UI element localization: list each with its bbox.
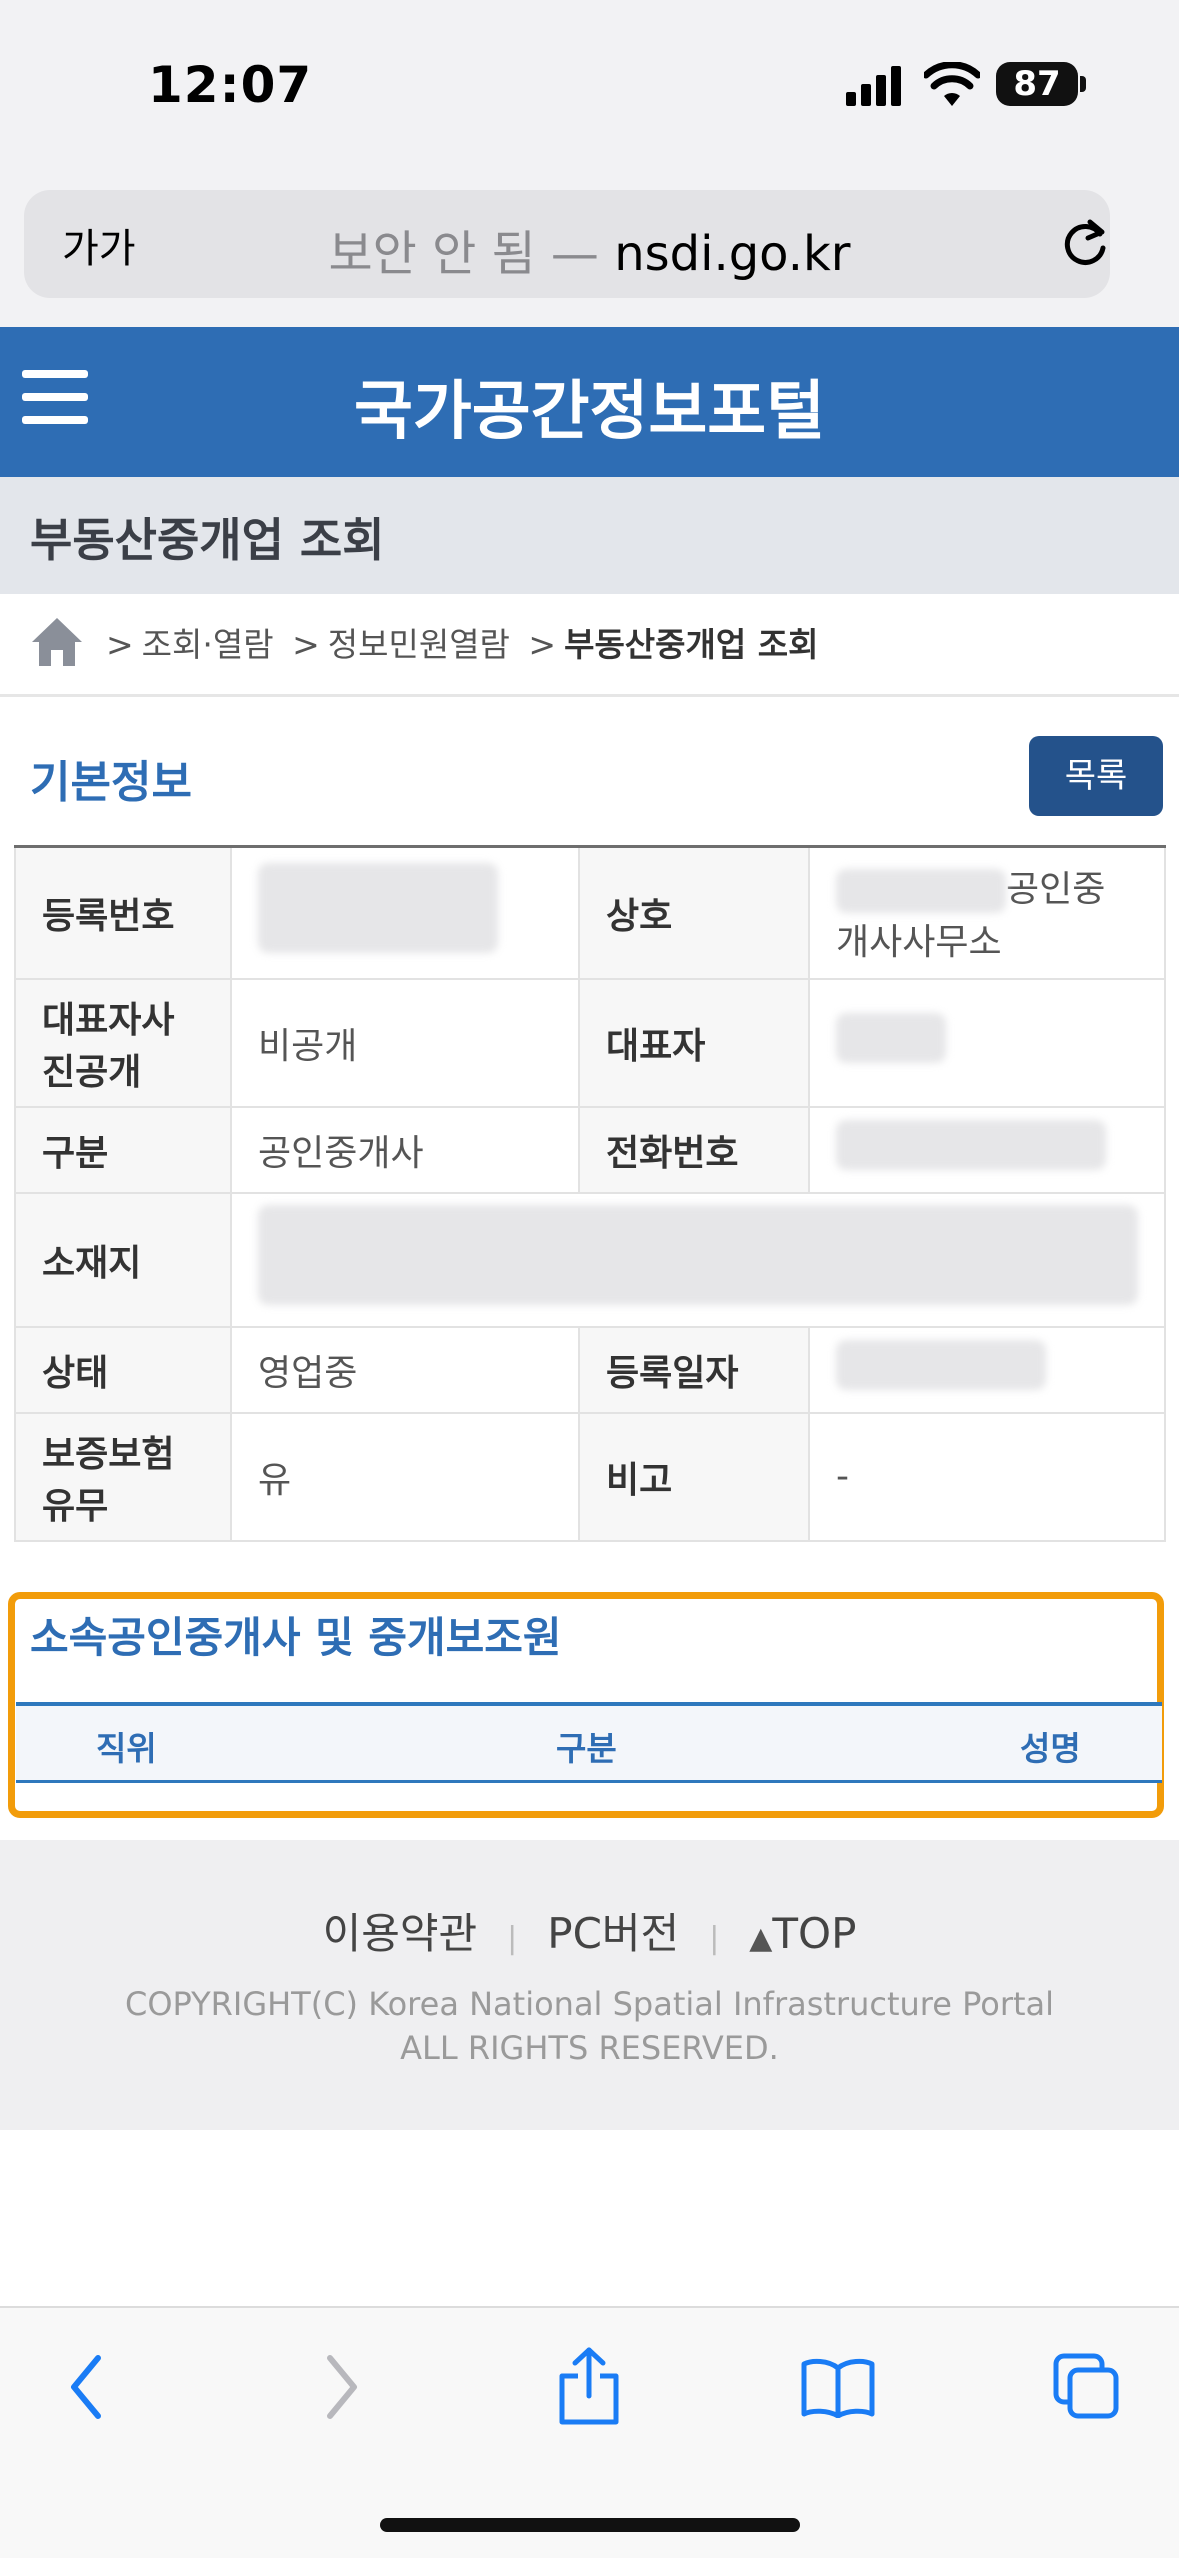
- label-reg-no: 등록번호: [14, 845, 232, 980]
- value-category: 공인중개사: [230, 1105, 580, 1194]
- home-icon[interactable]: [28, 614, 86, 670]
- breadcrumb-trail: > 조회·열람 > 정보민원열람 > 부동산중개업 조회: [106, 625, 819, 664]
- label-representative: 대표자: [578, 977, 810, 1108]
- home-indicator: [380, 2518, 800, 2532]
- url-insecure-label: 보안 안 됨 —: [328, 226, 599, 282]
- value-photo-public: 비공개: [230, 977, 580, 1108]
- label-phone: 전화번호: [578, 1105, 810, 1194]
- value-remarks: -: [808, 1411, 1166, 1542]
- page-title: 부동산중개업 조회: [30, 513, 385, 567]
- footer-links: 이용약관 | PC버전 | ▲TOP: [322, 1909, 857, 1958]
- label-photo-public: 대표자사진공개: [14, 977, 232, 1108]
- label-remarks: 비고: [578, 1411, 810, 1542]
- copyright-line1: COPYRIGHT(C) Korea National Spatial Infr…: [124, 1985, 1055, 2023]
- breadcrumb-current: 부동산중개업 조회: [564, 625, 819, 664]
- value-trade-name: 공인중개사사무소: [808, 845, 1166, 980]
- value-reg-no: [230, 845, 580, 980]
- value-state: 영업중: [230, 1325, 580, 1414]
- label-insurance: 보증보험유무: [14, 1411, 232, 1542]
- column-header-category: 구분: [556, 1729, 617, 1768]
- basic-info-table: 등록번호 상호 공인중개사사무소 대표자사진공개 비공개 대표자 구분 공인중개…: [14, 845, 1166, 1542]
- status-time: 12:07: [148, 56, 313, 114]
- url-display[interactable]: 보안 안 됨 — nsdi.go.kr: [0, 214, 1179, 284]
- value-representative: [808, 977, 1166, 1108]
- column-header-position: 직위: [96, 1729, 157, 1768]
- bookmarks-icon[interactable]: [800, 2358, 876, 2418]
- top-link[interactable]: ▲TOP: [749, 1909, 856, 1958]
- back-icon[interactable]: [66, 2352, 106, 2422]
- url-host: nsdi.go.kr: [614, 226, 851, 282]
- battery-tip: [1080, 76, 1086, 92]
- share-icon[interactable]: [556, 2346, 622, 2426]
- column-header-name: 성명: [1020, 1729, 1081, 1768]
- triangle-up-icon: ▲: [749, 1921, 773, 1956]
- value-address: [230, 1191, 1166, 1328]
- wifi-icon: [924, 62, 980, 106]
- forward-icon[interactable]: [322, 2352, 362, 2422]
- section-title: 기본정보: [30, 757, 192, 808]
- cellular-signal-icon: [846, 66, 901, 106]
- tabs-icon[interactable]: [1052, 2352, 1122, 2422]
- label-reg-date: 등록일자: [578, 1325, 810, 1414]
- value-reg-date: [808, 1325, 1166, 1414]
- copyright: COPYRIGHT(C) Korea National Spatial Infr…: [0, 1982, 1179, 2070]
- pc-version-link[interactable]: PC버전: [547, 1909, 679, 1958]
- reload-icon[interactable]: [1060, 216, 1110, 270]
- label-address: 소재지: [14, 1191, 232, 1328]
- battery-indicator: 87: [996, 62, 1078, 106]
- breadcrumb-item[interactable]: 조회·열람: [142, 625, 274, 664]
- value-insurance: 유: [230, 1411, 580, 1542]
- label-state: 상태: [14, 1325, 232, 1414]
- value-phone: [808, 1105, 1166, 1194]
- staff-section-title: 소속공인중개사 및 중개보조원: [30, 1613, 562, 1662]
- terms-link[interactable]: 이용약관: [323, 1909, 478, 1958]
- label-category: 구분: [14, 1105, 232, 1194]
- list-button[interactable]: 목록: [1029, 736, 1163, 816]
- label-trade-name: 상호: [578, 845, 810, 980]
- top-label: TOP: [772, 1909, 857, 1958]
- copyright-line2: ALL RIGHTS RESERVED.: [400, 2029, 779, 2067]
- site-title[interactable]: 국가공간정보포털: [0, 360, 1179, 452]
- breadcrumb-item[interactable]: 정보민원열람: [328, 625, 510, 664]
